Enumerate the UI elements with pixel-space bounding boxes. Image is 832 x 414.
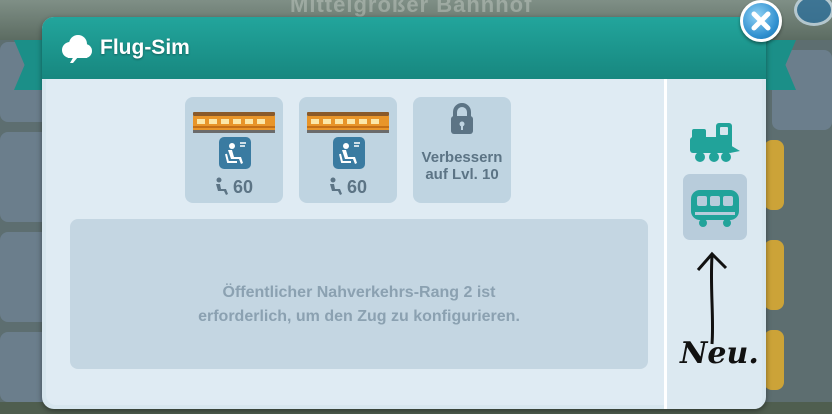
close-button[interactable] (740, 0, 782, 42)
locomotive-icon (690, 123, 740, 162)
seat-badge (219, 137, 251, 169)
background-button (764, 240, 784, 310)
dialog-title: Flug-Sim (100, 36, 190, 59)
train-content-area: 60 60 Verbessern auf Lvl. 10 Öffentliche… (46, 79, 664, 405)
locked-slot[interactable]: Verbessern auf Lvl. 10 (413, 97, 511, 203)
plane-cloud-icon (62, 35, 92, 63)
capacity-value: 60 (233, 177, 254, 197)
wagon-slot-2[interactable]: 60 (299, 97, 397, 203)
seat-icon (339, 142, 360, 164)
wagon-slot-1[interactable]: 60 (185, 97, 283, 203)
capacity-value: 60 (347, 177, 368, 197)
capacity-seat-icon (330, 177, 342, 195)
annotation-arrow (696, 251, 728, 345)
dialog-header: Flug-Sim (42, 17, 766, 79)
info-message: Öffentlicher Nahverkehrs-Rang 2 ist erfo… (198, 284, 520, 325)
sidebar-item-wagon[interactable] (683, 174, 747, 240)
wagon-icon (691, 190, 739, 227)
passenger-car-icon (193, 112, 275, 133)
seat-badge (333, 137, 365, 169)
background-station-title: Mittelgroßer Bahnhof (290, 0, 533, 17)
train-config-dialog: Flug-Sim 60 60 Verbessern auf Lvl. 10 Öf… (42, 17, 766, 409)
background-button (764, 330, 784, 390)
sidebar-item-locomotive[interactable] (682, 107, 746, 173)
info-message-box: Öffentlicher Nahverkehrs-Rang 2 ist erfo… (70, 219, 648, 369)
lock-icon (451, 103, 473, 134)
capacity-seat-icon (216, 177, 228, 195)
close-icon (751, 11, 771, 31)
passenger-car-icon (307, 112, 389, 133)
annotation-new-label: Neu. (680, 336, 759, 371)
locked-slot-label: Verbessern auf Lvl. 10 (421, 149, 503, 183)
background-button (764, 140, 784, 210)
seat-icon (225, 142, 246, 164)
